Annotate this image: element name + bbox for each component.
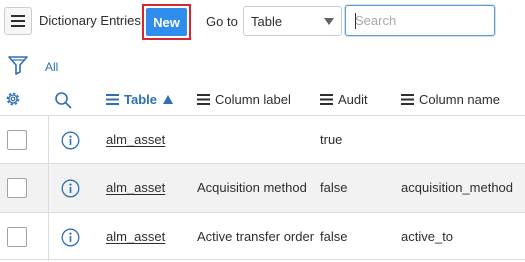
cell-audit: false	[320, 229, 348, 244]
table-row: alm_asset Acquisition method false acqui…	[0, 163, 525, 212]
row-select-cell	[0, 116, 49, 164]
column-header-row: Table Column label Audit Column name	[0, 83, 525, 115]
filter-icon[interactable]	[8, 55, 28, 75]
goto-select-value: Table	[251, 14, 283, 29]
page-title: Dictionary Entries	[39, 13, 141, 28]
goto-field-select[interactable]: Table	[243, 6, 342, 36]
column-header-label: Table	[124, 92, 157, 107]
cell-audit: false	[320, 180, 348, 195]
column-header-label: Column name	[419, 92, 500, 107]
info-icon[interactable]	[61, 179, 80, 198]
list-menu-button[interactable]	[4, 7, 32, 35]
cell-table-link[interactable]: alm_asset	[106, 229, 165, 244]
new-button[interactable]: New	[146, 8, 187, 36]
cell-audit: true	[320, 132, 343, 147]
gear-icon[interactable]	[4, 90, 22, 108]
column-header-table[interactable]: Table	[106, 92, 173, 107]
goto-label: Go to	[206, 14, 238, 29]
text-cursor	[355, 13, 356, 29]
search-field[interactable]	[345, 5, 495, 36]
cell-table-link[interactable]: alm_asset	[106, 132, 165, 147]
filter-breadcrumb-all[interactable]: All	[45, 60, 58, 74]
column-header-column-name[interactable]: Column name	[401, 92, 500, 107]
column-header-column-label[interactable]: Column label	[197, 92, 291, 107]
column-header-label: Audit	[338, 92, 368, 107]
row-checkbox[interactable]	[7, 178, 27, 198]
hamburger-menu-icon	[11, 15, 25, 27]
list-toolbar: Dictionary Entries New Go to Table	[0, 0, 525, 46]
row-select-cell	[0, 164, 49, 212]
column-lines-icon	[197, 94, 210, 105]
info-icon[interactable]	[61, 131, 80, 150]
row-select-cell	[0, 213, 49, 261]
search-icon[interactable]	[54, 91, 72, 109]
info-icon[interactable]	[61, 228, 80, 247]
column-lines-icon	[106, 94, 119, 105]
sort-ascending-icon	[163, 95, 173, 104]
cell-column-name: acquisition_method	[401, 180, 514, 195]
column-header-label: Column label	[215, 92, 291, 107]
cell-column-name: active_to	[401, 229, 454, 244]
search-input[interactable]	[346, 6, 494, 35]
column-lines-icon	[401, 94, 414, 105]
row-checkbox[interactable]	[7, 227, 27, 247]
column-header-audit[interactable]: Audit	[320, 92, 368, 107]
table-row: alm_asset Active transfer order false ac…	[0, 212, 525, 261]
row-checkbox[interactable]	[7, 130, 27, 150]
column-lines-icon	[320, 94, 333, 105]
cell-column-label: Acquisition method	[197, 180, 307, 195]
chevron-down-icon	[324, 18, 334, 25]
cell-column-label: Active transfer order	[197, 229, 315, 244]
cell-table-link[interactable]: alm_asset	[106, 180, 165, 195]
table-row: alm_asset true	[0, 115, 525, 164]
